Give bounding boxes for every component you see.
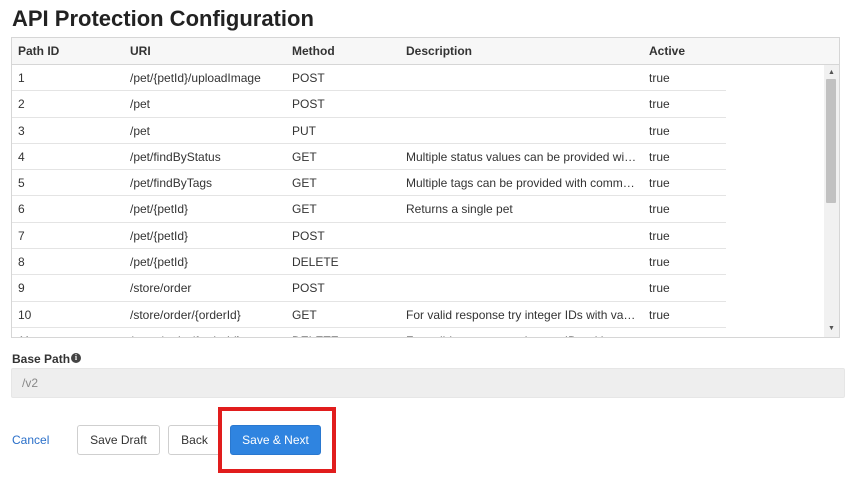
cell-uri: /pet/{petId}: [130, 228, 189, 243]
table-row[interactable]: 1/pet/{petId}/uploadImage POST true: [12, 65, 726, 92]
cell-uri: /store/order: [130, 281, 192, 296]
cell-uri: /pet/{petId}/uploadImage: [130, 71, 261, 85]
cell-description: Multiple tags can be provided with comma…: [406, 176, 638, 191]
cell-uri: /pet/{petId}: [130, 202, 189, 217]
cell-active: true: [649, 228, 670, 243]
cancel-link[interactable]: Cancel: [12, 433, 49, 447]
cell-method: GET: [292, 307, 317, 322]
cell-method: POST: [292, 281, 325, 296]
table-row[interactable]: 4/pet/findByStatus GET Multiple status val…: [12, 144, 726, 171]
cell-active: true: [649, 334, 719, 337]
column-header-path-id[interactable]: Path ID: [18, 44, 118, 58]
cell-uri: /pet/{petId}: [130, 255, 189, 270]
cell-uri: /pet: [130, 97, 151, 112]
cell-path-id: 5: [18, 176, 25, 191]
column-header-method[interactable]: Method: [292, 44, 392, 58]
column-header-description[interactable]: Description: [406, 44, 638, 58]
highlight-box: [218, 407, 336, 473]
cell-uri: /pet: [130, 123, 151, 138]
page-title: API Protection Configuration: [12, 6, 314, 31]
table-scrollbar[interactable]: ▲ ▼: [824, 65, 839, 337]
cell-path-id: 2: [18, 97, 25, 112]
cell-description: For valid response try integer IDs with …: [406, 307, 638, 322]
cell-method: GET: [292, 176, 317, 191]
base-path-input[interactable]: [11, 368, 845, 398]
cell-method: PUT: [292, 123, 316, 138]
paths-table: Path ID URI Method Description Active 1/…: [11, 37, 840, 338]
cell-uri: /store/order/{orderId}: [130, 307, 241, 322]
cell-description: Returns a single pet: [406, 202, 513, 217]
cell-active: true: [649, 97, 670, 112]
cell-active: true: [649, 176, 670, 191]
cell-method: DELETE: [292, 255, 339, 270]
cell-path-id: 10: [18, 307, 32, 322]
cell-path-id: 7: [18, 228, 25, 243]
table-row[interactable]: 7/pet/{petId} POST true: [12, 223, 726, 250]
info-circle-icon[interactable]: i: [71, 353, 81, 363]
cell-path-id: 6: [18, 202, 25, 217]
cell-uri: /pet/findByTags: [130, 176, 213, 191]
cell-method: DELETE: [292, 334, 392, 337]
cell-method: POST: [292, 228, 325, 243]
scroll-down-arrow-icon[interactable]: ▼: [824, 323, 839, 335]
cell-path-id: 11: [18, 334, 118, 337]
table-row[interactable]: 11/store/order/{orderId} DELETE For valid …: [12, 328, 726, 337]
scroll-up-arrow-icon[interactable]: ▲: [824, 67, 839, 79]
table-header: Path ID URI Method Description Active: [12, 38, 839, 65]
table-row[interactable]: 8/pet/{petId} DELETE true: [12, 249, 726, 276]
table-row[interactable]: 3/pet PUT true: [12, 118, 726, 144]
base-path-label: Base Path: [12, 352, 71, 366]
column-header-uri[interactable]: URI: [130, 44, 280, 58]
cell-path-id: 4: [18, 149, 25, 164]
cell-active: true: [649, 255, 670, 270]
cell-description: For valid response try integer IDs with …: [406, 334, 638, 337]
table-row[interactable]: 2/pet POST true: [12, 91, 726, 118]
cell-active: true: [649, 307, 670, 322]
cell-path-id: 1: [18, 71, 25, 85]
cell-method: GET: [292, 149, 317, 164]
scrollbar-thumb[interactable]: [826, 79, 836, 203]
cell-method: POST: [292, 71, 325, 85]
table-body: 1/pet/{petId}/uploadImage POST true 2/pet PO…: [12, 65, 726, 337]
cell-description: Multiple status values can be provided w…: [406, 149, 638, 164]
table-row[interactable]: 6/pet/{petId} GET Returns a single pet true: [12, 196, 726, 223]
cell-path-id: 3: [18, 123, 25, 138]
table-row[interactable]: 5/pet/findByTags GET Multiple tags can be …: [12, 170, 726, 197]
cell-active: true: [649, 202, 670, 217]
cell-active: true: [649, 71, 670, 85]
cell-uri: /store/order/{orderId}: [130, 334, 280, 337]
save-draft-button[interactable]: Save Draft: [77, 425, 160, 455]
cell-active: true: [649, 149, 670, 164]
table-row[interactable]: 9/store/order POST true: [12, 275, 726, 302]
cell-method: GET: [292, 202, 317, 217]
back-button[interactable]: Back: [168, 425, 221, 455]
cell-uri: /pet/findByStatus: [130, 149, 221, 164]
column-header-active[interactable]: Active: [649, 44, 719, 58]
cell-path-id: 9: [18, 281, 25, 296]
cell-active: true: [649, 281, 670, 296]
cell-active: true: [649, 123, 670, 138]
cell-method: POST: [292, 97, 325, 112]
cell-path-id: 8: [18, 255, 25, 270]
table-row[interactable]: 10/store/order/{orderId} GET For valid res…: [12, 302, 726, 328]
